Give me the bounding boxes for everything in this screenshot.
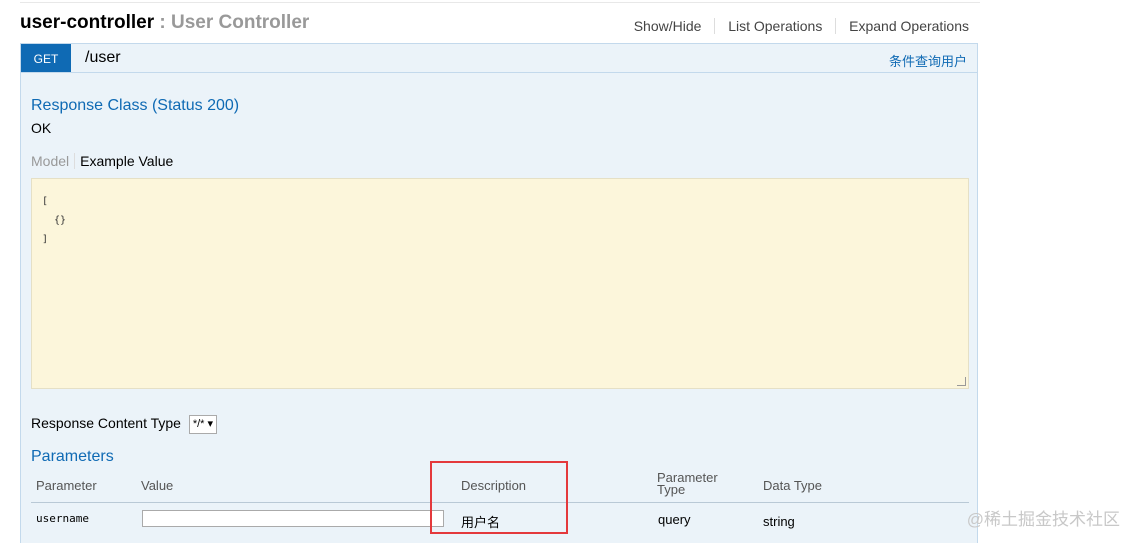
resize-handle-icon[interactable] — [957, 377, 966, 386]
header-parameter: Parameter — [36, 478, 97, 493]
header-parameter-type: Parameter Type — [657, 470, 718, 497]
expand-operations-link[interactable]: Expand Operations — [849, 18, 969, 34]
controller-name[interactable]: user-controller — [20, 12, 154, 33]
content-type-label: Response Content Type — [31, 415, 181, 431]
operation-heading[interactable]: GET /user 条件查询用户 — [21, 44, 977, 73]
swagger-page: user-controller : User Controller Show/H… — [0, 0, 1138, 543]
top-divider — [20, 2, 980, 3]
param-data-type: string — [763, 514, 795, 529]
model-tabs: Model Example Value — [31, 153, 173, 169]
param-name: username — [36, 512, 89, 525]
username-input[interactable] — [142, 510, 444, 527]
response-status-text: OK — [31, 120, 52, 136]
http-method-badge[interactable]: GET — [21, 44, 71, 72]
example-value-content: [ {} ] — [42, 196, 67, 245]
controller-title[interactable]: user-controller : User Controller — [20, 12, 309, 34]
header-data-type: Data Type — [763, 478, 823, 493]
response-content-type: Response Content Type */* ▾ — [31, 415, 218, 434]
example-value-textarea[interactable]: [ {} ] — [31, 178, 969, 389]
show-hide-link[interactable]: Show/Hide — [634, 18, 702, 34]
operation-summary[interactable]: 条件查询用户 — [889, 51, 967, 70]
content-type-value: */* — [192, 418, 205, 430]
link-divider — [835, 18, 837, 34]
tab-example-value[interactable]: Example Value — [75, 153, 173, 169]
controller-header: user-controller : User Controller Show/H… — [20, 10, 980, 40]
list-operations-link[interactable]: List Operations — [728, 18, 822, 34]
header-links: Show/Hide List Operations Expand Operati… — [634, 18, 969, 34]
response-class-title: Response Class (Status 200) — [31, 97, 240, 114]
description-highlight-box — [430, 461, 568, 534]
title-separator: : — [159, 12, 166, 33]
param-type: query — [658, 512, 691, 527]
chevron-down-icon: ▾ — [207, 418, 214, 430]
header-value: Value — [141, 478, 174, 493]
parameters-title: Parameters — [31, 448, 114, 465]
operation-path[interactable]: /user — [85, 49, 121, 67]
tab-model[interactable]: Model — [31, 153, 76, 169]
watermark: @稀土掘金技术社区 — [966, 510, 1120, 529]
controller-description: User Controller — [170, 12, 310, 33]
content-type-select[interactable]: */* ▾ — [188, 415, 218, 434]
link-divider — [714, 18, 716, 34]
